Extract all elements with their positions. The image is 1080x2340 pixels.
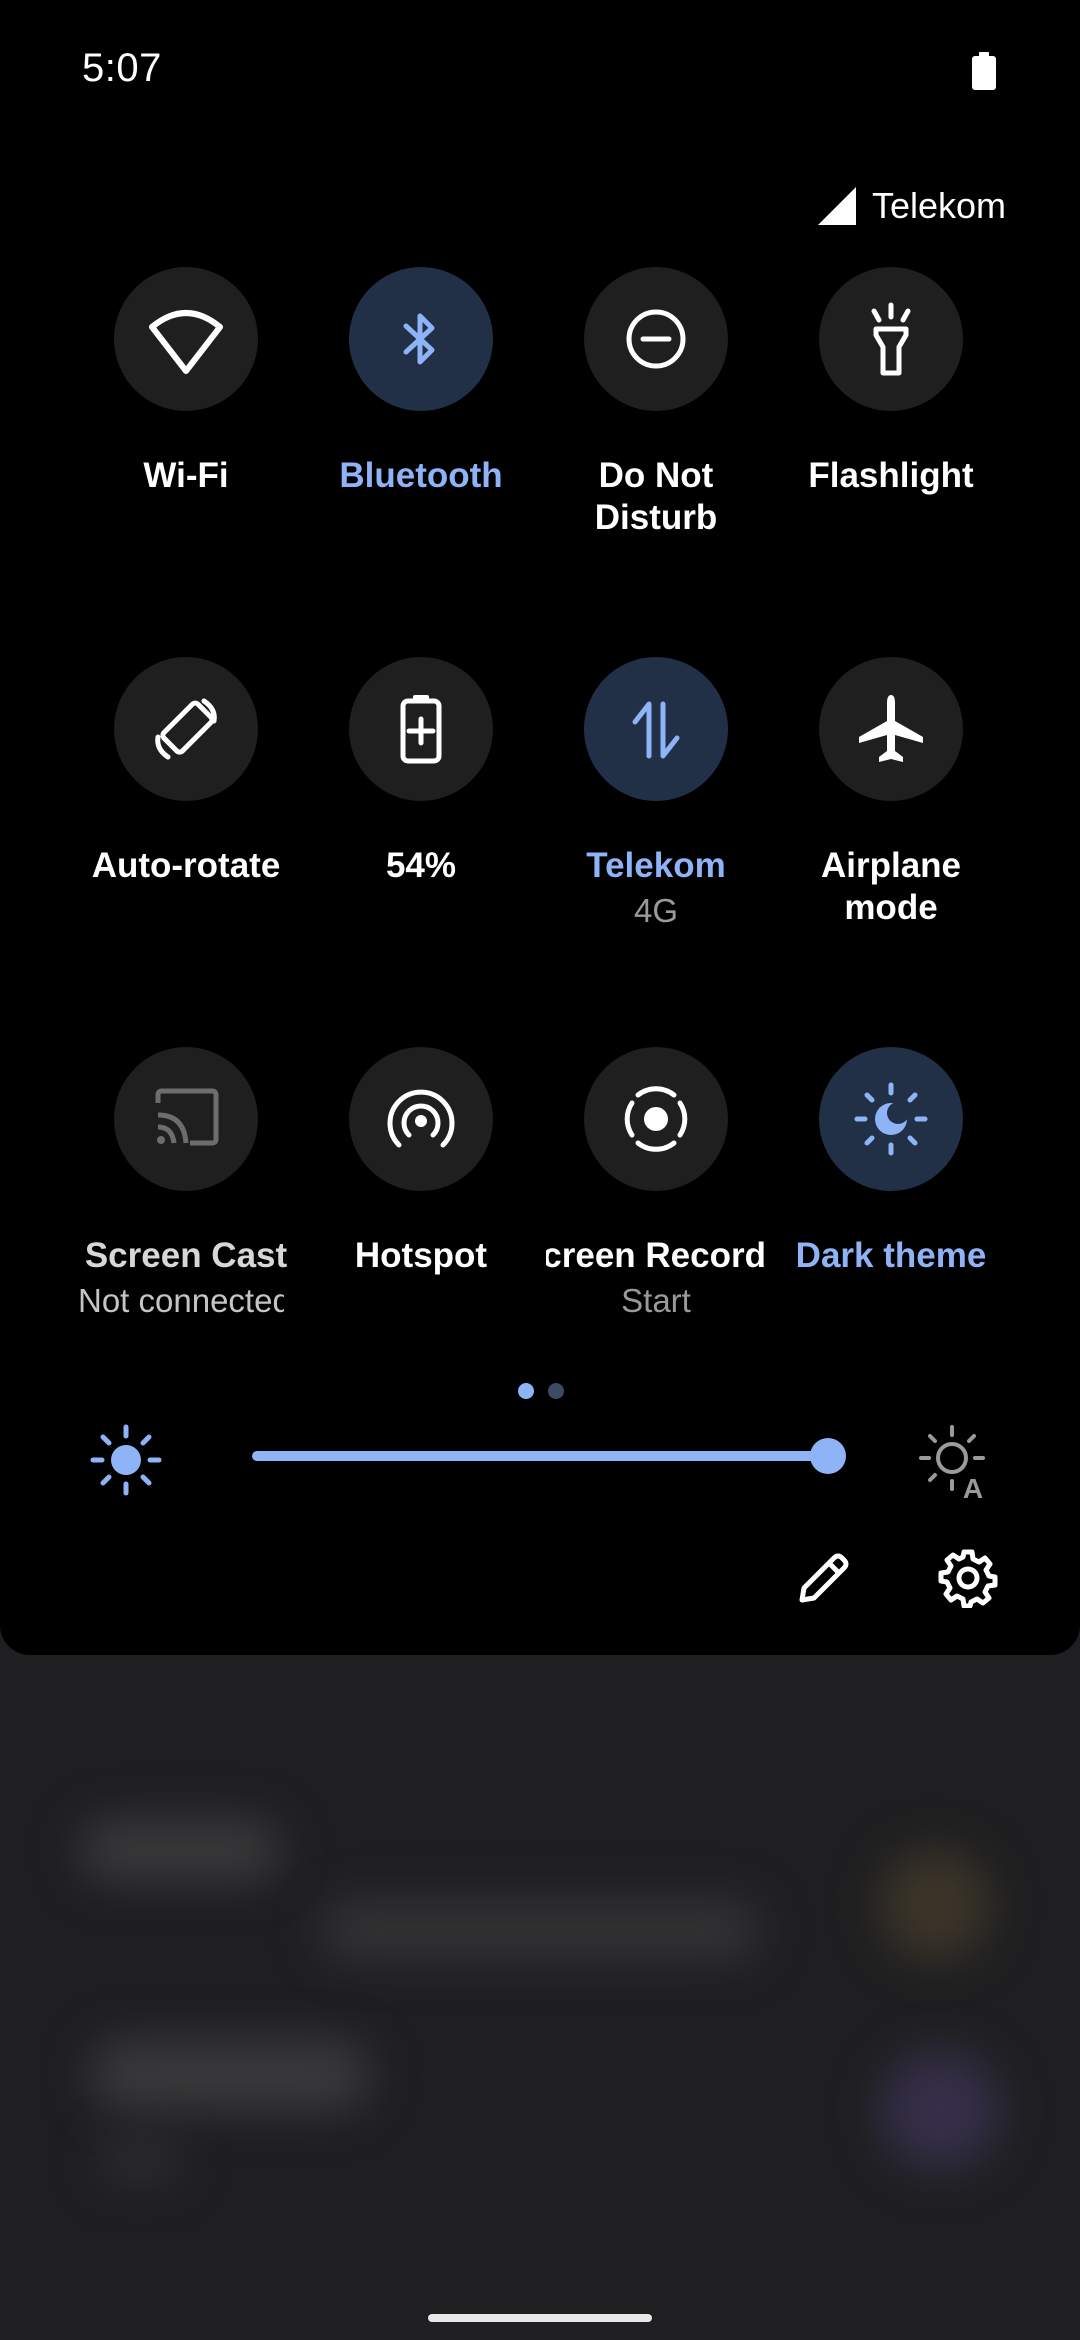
tile-flashlight-button[interactable]	[819, 267, 963, 411]
tile-wifi-label: Wi-Fi	[143, 456, 229, 495]
tile-screen-record-button[interactable]	[584, 1047, 728, 1191]
tile-dark-theme-button[interactable]	[819, 1047, 963, 1191]
tile-airplane[interactable]: Airplane mode	[771, 657, 1011, 929]
tile-dnd-button[interactable]	[584, 267, 728, 411]
brightness-slider[interactable]	[252, 1451, 828, 1461]
dark-theme-icon	[854, 1082, 928, 1156]
auto-brightness-icon[interactable]: A	[918, 1424, 994, 1500]
mobile-data-icon	[632, 701, 680, 759]
settings-icon[interactable]	[938, 1548, 998, 1608]
tile-dnd-label-line1: Do Not	[598, 456, 714, 495]
flashlight-icon	[871, 302, 911, 376]
status-time: 5:07	[82, 46, 162, 90]
cast-icon	[155, 1088, 219, 1146]
auto-rotate-icon	[155, 698, 217, 760]
bluetooth-icon	[403, 313, 435, 365]
tile-hotspot-button[interactable]	[349, 1047, 493, 1191]
tile-dark-theme-label: Dark theme	[795, 1236, 987, 1275]
tile-mobile-data-button[interactable]	[584, 657, 728, 801]
tile-mobile-data[interactable]: Telekom 4G	[536, 657, 776, 935]
tile-hotspot-label: Hotspot	[354, 1236, 488, 1275]
tile-wifi-button[interactable]	[114, 267, 258, 411]
tile-mobile-data-label: Telekom	[586, 846, 726, 885]
home-gesture-bar[interactable]	[428, 2314, 652, 2322]
battery-saver-icon	[400, 695, 442, 764]
wifi-icon	[149, 310, 223, 374]
tile-battery-button[interactable]	[349, 657, 493, 801]
tile-battery-label: 54%	[385, 846, 457, 885]
do-not-disturb-icon	[626, 309, 686, 369]
tile-flashlight-label: Flashlight	[808, 456, 974, 495]
tile-screen-cast[interactable]: Screen Cast Not connected	[66, 1047, 306, 1325]
tile-flashlight[interactable]: Flashlight	[771, 267, 1011, 497]
tile-airplane-label-line1: Airplane	[820, 846, 962, 885]
page-indicator	[518, 1383, 564, 1399]
tile-airplane-button[interactable]	[819, 657, 963, 801]
tile-auto-rotate-button[interactable]	[114, 657, 258, 801]
tile-bluetooth[interactable]: Bluetooth	[301, 267, 541, 497]
tile-screen-cast-button[interactable]	[114, 1047, 258, 1191]
tile-dnd-label-line2: Disturb	[594, 498, 718, 537]
tile-do-not-disturb[interactable]: Do Not Disturb	[536, 267, 776, 539]
battery-icon	[972, 52, 996, 90]
screen-record-icon	[624, 1086, 688, 1152]
hotspot-icon	[387, 1089, 455, 1148]
tile-airplane-label: Airplane mode	[771, 845, 1011, 929]
tile-screen-record[interactable]: Screen Record Start	[536, 1047, 776, 1325]
page-dot-1[interactable]	[518, 1383, 534, 1399]
tile-auto-rotate[interactable]: Auto-rotate	[66, 657, 306, 887]
tile-wifi[interactable]: Wi-Fi	[66, 267, 306, 497]
tile-battery[interactable]: 54%	[301, 657, 541, 887]
tile-dnd-label: Do Not Disturb	[536, 455, 776, 539]
edit-icon[interactable]	[794, 1548, 854, 1608]
tile-bluetooth-label: Bluetooth	[339, 456, 503, 495]
tile-bluetooth-button[interactable]	[349, 267, 493, 411]
tile-dark-theme[interactable]: Dark theme	[771, 1047, 1011, 1277]
signal-icon	[817, 187, 856, 225]
tile-screen-cast-label: Screen Cast	[84, 1236, 288, 1275]
quick-settings-panel: 5:07 Telekom Wi-Fi Bluetooth Do Not Dist…	[0, 0, 1080, 1655]
svg-text:A: A	[963, 1473, 983, 1500]
tile-airplane-label-line2: mode	[844, 888, 938, 927]
tile-hotspot[interactable]: Hotspot	[301, 1047, 541, 1277]
page-dot-2[interactable]	[548, 1383, 564, 1399]
carrier-label: Telekom	[817, 184, 1006, 228]
brightness-icon	[90, 1424, 162, 1496]
brightness-slider-thumb[interactable]	[810, 1438, 846, 1474]
tile-screen-cast-sub: Not connected	[78, 1282, 284, 1319]
airplane-icon	[859, 695, 923, 762]
tile-auto-rotate-label: Auto-rotate	[91, 846, 281, 885]
tile-mobile-data-sub: 4G	[633, 892, 679, 929]
tile-screen-record-sub: Start	[621, 1282, 691, 1319]
carrier-name: Telekom	[871, 185, 1006, 226]
tile-screen-record-label: Screen Record	[546, 1236, 766, 1275]
